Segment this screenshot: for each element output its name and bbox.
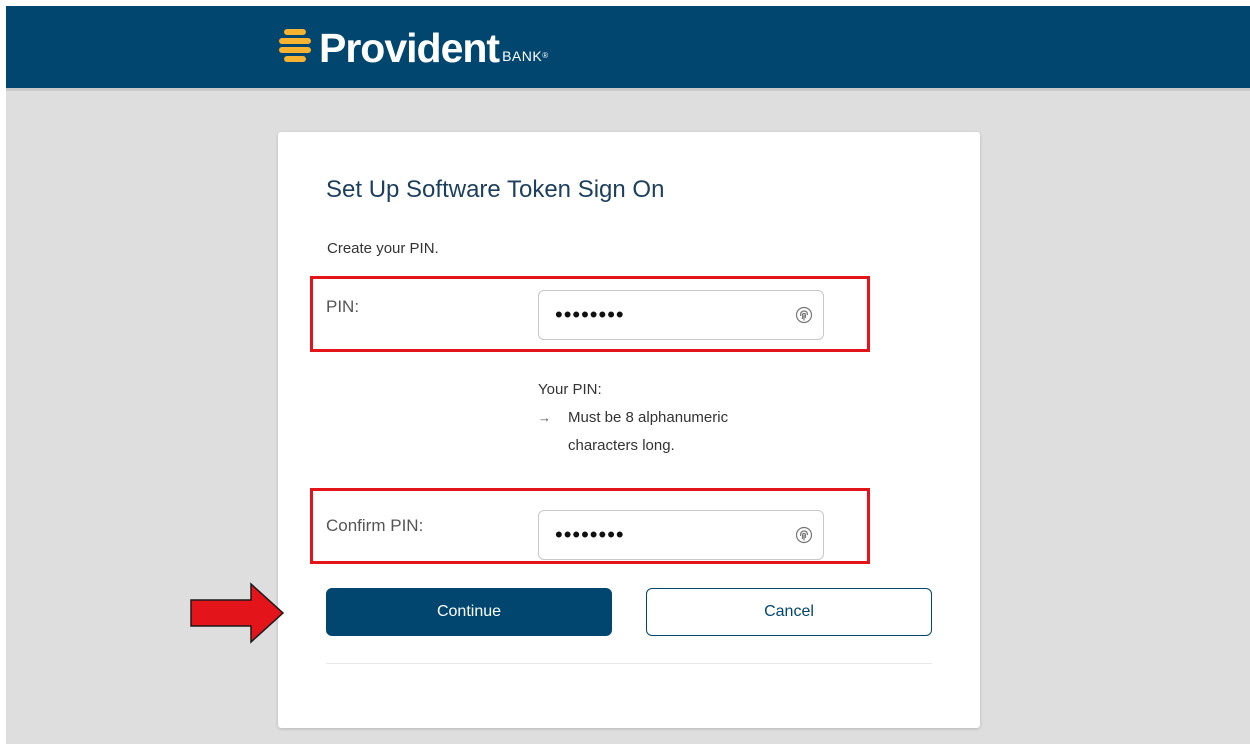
token-setup-card: Set Up Software Token Sign On Create you… <box>278 132 980 728</box>
confirm-pin-input[interactable] <box>555 523 775 547</box>
logo-bank-suffix: BANK® <box>502 49 549 63</box>
site-header: Provident BANK® <box>6 6 1250 91</box>
provident-bank-logo: Provident BANK® <box>278 20 549 70</box>
pin-rules: Your PIN: → Must be 8 alphanumeric chara… <box>538 376 778 460</box>
continue-button[interactable]: Continue <box>326 588 612 636</box>
registered-mark: ® <box>542 51 549 60</box>
fingerprint-icon[interactable] <box>795 525 813 545</box>
logo-wordmark: Provident <box>319 25 500 71</box>
right-arrow-icon <box>190 582 285 644</box>
confirm-pin-input-box <box>538 510 824 560</box>
bank-logo-icon <box>279 29 311 62</box>
page-title: Set Up Software Token Sign On <box>326 176 665 203</box>
pin-label: PIN: <box>326 297 360 316</box>
instruction-text: Create your PIN. <box>327 240 439 257</box>
page: Provident BANK® Set Up Software Token Si… <box>6 6 1250 744</box>
rule-arrow-icon: → <box>538 410 551 425</box>
cancel-button[interactable]: Cancel <box>646 588 932 636</box>
pin-rule-text: Must be 8 alphanumeric characters long. <box>568 409 729 454</box>
pin-input-box <box>538 290 824 340</box>
pin-rule-item: → Must be 8 alphanumeric characters long… <box>538 404 778 460</box>
fingerprint-icon[interactable] <box>795 305 813 325</box>
confirm-pin-label: Confirm PIN: <box>326 516 424 535</box>
divider <box>326 663 932 664</box>
pin-rules-heading: Your PIN: <box>538 381 602 398</box>
pin-input[interactable] <box>555 303 775 327</box>
logo-bank-text: BANK <box>502 48 543 64</box>
